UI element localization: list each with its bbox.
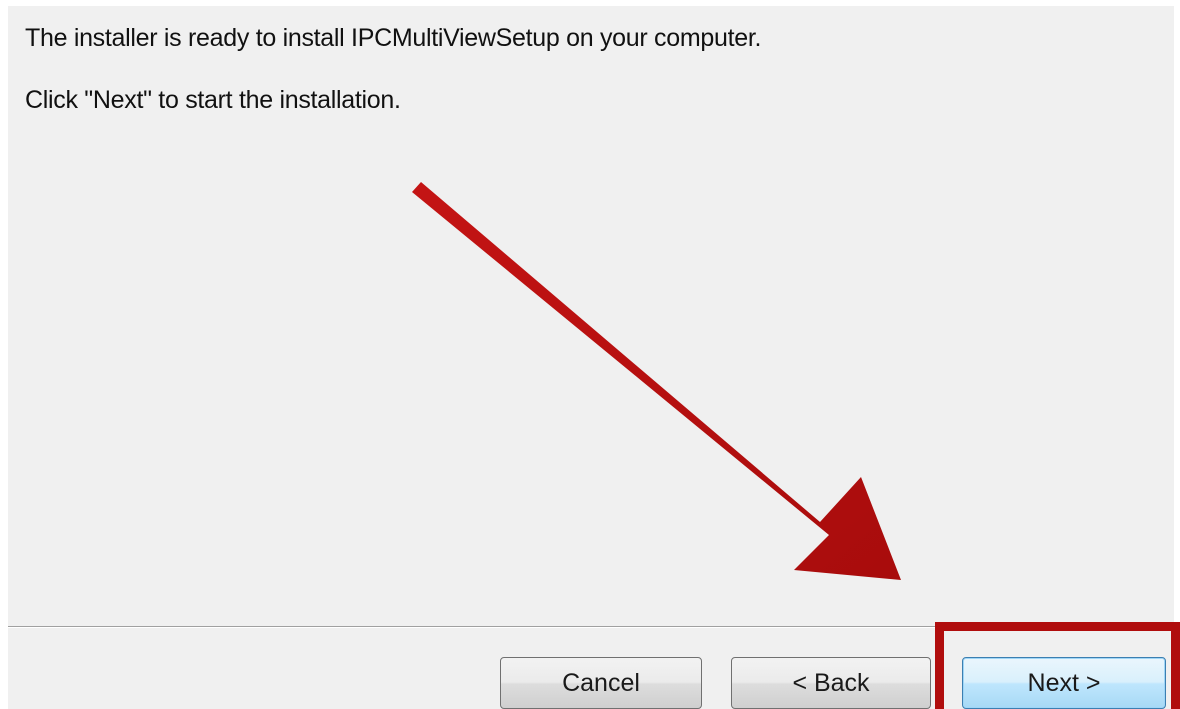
cancel-button[interactable]: Cancel <box>500 657 702 709</box>
next-button[interactable]: Next > <box>962 657 1166 709</box>
back-button[interactable]: < Back <box>731 657 931 709</box>
installer-dialog: The installer is ready to install IPCMul… <box>8 6 1174 709</box>
instruction-message: Click "Next" to start the installation. <box>25 86 401 114</box>
ready-message: The installer is ready to install IPCMul… <box>25 24 762 52</box>
footer-separator <box>8 626 1174 628</box>
